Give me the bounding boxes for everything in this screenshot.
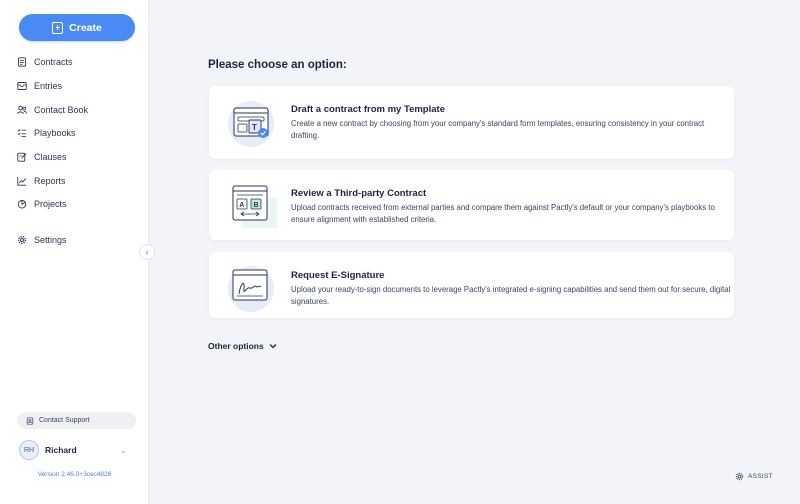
option-title: Draft a contract from my Template xyxy=(291,104,445,115)
sidebar-item-label: Projects xyxy=(34,199,67,209)
page-title: Please choose an option: xyxy=(208,59,347,71)
avatar: RH xyxy=(19,440,39,460)
option-description: Create a new contract by choosing from y… xyxy=(291,119,705,140)
sidebar-item-entries[interactable]: Entries xyxy=(17,78,137,94)
assist-label: ASSIST xyxy=(748,473,773,480)
sidebar-item-label: Reports xyxy=(34,176,66,186)
option-title: Request E-Signature xyxy=(291,270,385,281)
contact-support-button[interactable]: Contact Support xyxy=(17,412,136,429)
projects-icon xyxy=(17,200,27,209)
user-menu[interactable]: RH Richard ⌄ xyxy=(19,438,133,462)
compare-illustration: A B xyxy=(232,185,277,228)
contact-support-label: Contact Support xyxy=(39,417,90,424)
option-description: Upload contracts received from external … xyxy=(291,203,715,224)
option-description: Upload your ready-to-sign documents to l… xyxy=(291,285,731,306)
option-title: Review a Third-party Contract xyxy=(291,188,427,199)
signature-illustration xyxy=(228,266,274,312)
sidebar-item-label: Contracts xyxy=(34,57,73,67)
compare-label-a: A xyxy=(239,202,244,209)
sidebar-item-clauses[interactable]: Clauses xyxy=(17,149,137,165)
sidebar-item-contracts[interactable]: Contracts xyxy=(17,54,137,70)
entries-icon xyxy=(17,82,27,90)
version-label: Version 2.46.0+3cec4826 xyxy=(37,471,112,478)
sidebar-item-label: Settings xyxy=(34,235,67,245)
user-name: Richard xyxy=(45,445,77,455)
other-options-label: Other options xyxy=(208,341,264,351)
sidebar-item-projects[interactable]: Projects xyxy=(17,196,137,212)
sidebar-item-label: Entries xyxy=(34,81,63,91)
sidebar-item-label: Contact Book xyxy=(34,105,89,115)
sidebar-item-settings[interactable]: Settings xyxy=(17,232,137,248)
sidebar-item-label: Clauses xyxy=(34,152,67,162)
gear-icon xyxy=(735,472,744,481)
template-illustration: T xyxy=(228,101,274,147)
sidebar-item-playbooks[interactable]: Playbooks xyxy=(17,125,137,141)
sidebar-item-reports[interactable]: Reports xyxy=(17,173,137,189)
create-button-label: Create xyxy=(69,21,102,34)
create-button[interactable]: Create xyxy=(19,14,135,41)
contact-book-icon xyxy=(17,105,27,114)
other-options-toggle[interactable]: Other options xyxy=(208,341,277,351)
option-card-esignature[interactable]: Request E-Signature Upload your ready-to… xyxy=(209,252,734,318)
playbooks-icon xyxy=(17,129,27,138)
chevron-down-icon: ⌄ xyxy=(120,445,127,455)
clauses-icon xyxy=(17,152,27,162)
option-card-template[interactable]: T Draft a contract from my Template Crea… xyxy=(209,86,734,159)
chevron-down-icon xyxy=(269,344,277,349)
chevron-left-icon: ‹ xyxy=(145,247,149,257)
new-document-icon xyxy=(52,21,64,34)
collapse-sidebar-button[interactable]: ‹ xyxy=(139,244,155,260)
assist-button[interactable]: ASSIST xyxy=(735,468,780,485)
gear-icon xyxy=(17,235,27,245)
reports-icon xyxy=(17,176,27,186)
option-card-review[interactable]: A B Review a Third-party Contract Upload… xyxy=(209,170,734,240)
compare-label-b: B xyxy=(254,202,259,209)
svg-text:T: T xyxy=(252,123,257,132)
support-icon xyxy=(26,416,34,425)
contract-icon xyxy=(18,57,26,67)
sidebar-item-contact-book[interactable]: Contact Book xyxy=(17,102,137,118)
sidebar-item-label: Playbooks xyxy=(34,128,76,138)
sidebar: Create Contracts Entries Contact Book Pl… xyxy=(0,0,149,504)
